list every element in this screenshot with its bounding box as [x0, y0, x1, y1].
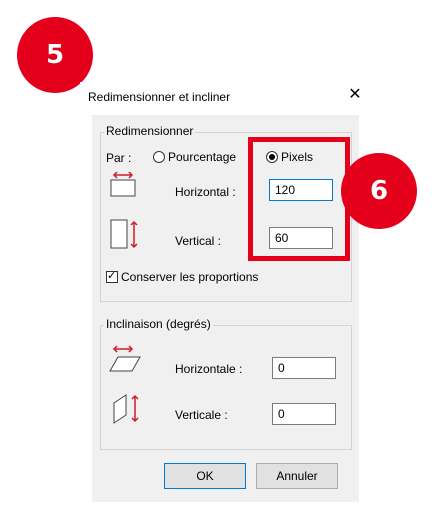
resize-legend: Redimensionner	[104, 124, 196, 138]
percentage-option[interactable]: Pourcentage	[153, 150, 236, 164]
keep-ratio-checkbox[interactable]	[106, 269, 118, 283]
ok-button[interactable]: OK	[164, 463, 246, 489]
percentage-label: Pourcentage	[168, 150, 237, 164]
skew-horizontal-input[interactable]: 0	[272, 357, 336, 379]
keep-ratio-option[interactable]: Conserver les proportions	[106, 269, 259, 284]
pixels-highlight-box	[248, 137, 350, 261]
skew-vertical-input[interactable]: 0	[272, 403, 336, 425]
cancel-button[interactable]: Annuler	[256, 463, 338, 489]
vertical-resize-icon	[110, 219, 138, 249]
horizontal-label: Horizontal :	[175, 185, 236, 199]
skew-vertical-label: Verticale :	[175, 408, 228, 422]
close-icon[interactable]: ✕	[345, 84, 365, 104]
vertical-label: Vertical :	[175, 234, 222, 248]
keep-ratio-label: Conserver les proportions	[121, 270, 259, 284]
step-badge-6: 6	[341, 153, 417, 229]
percentage-radio[interactable]	[153, 151, 165, 163]
by-label: Par :	[106, 151, 132, 165]
dialog-title: Redimensionner et incliner	[88, 90, 231, 104]
horizontal-skew-icon	[109, 345, 141, 372]
vertical-skew-icon	[113, 394, 139, 424]
skew-legend: Inclinaison (degrés)	[104, 317, 213, 331]
skew-horizontal-label: Horizontale :	[175, 362, 243, 376]
horizontal-resize-icon	[110, 171, 136, 197]
